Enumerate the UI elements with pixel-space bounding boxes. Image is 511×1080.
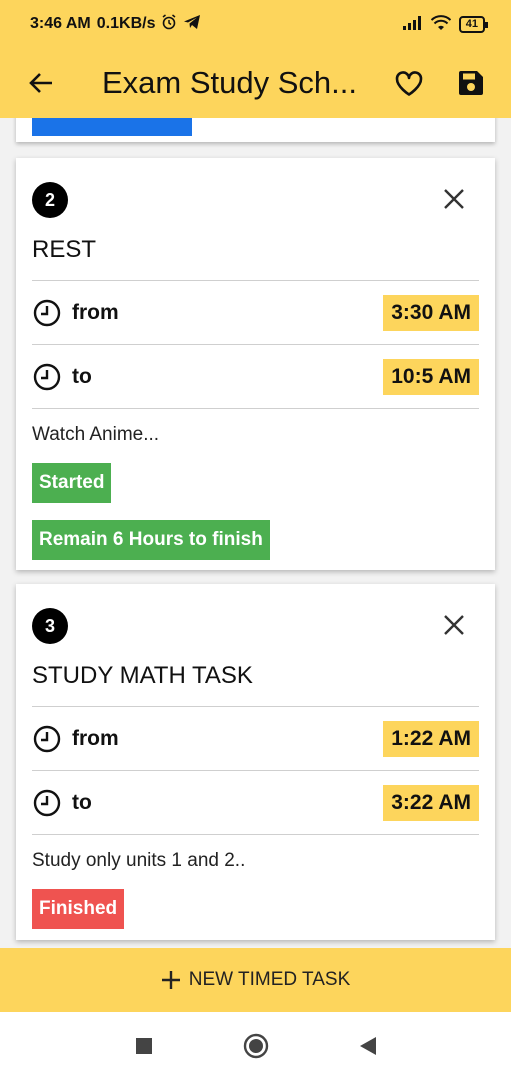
task-number-badge: 3 xyxy=(32,608,68,644)
task-description: Watch Anime... xyxy=(32,424,160,445)
triangle-left-icon xyxy=(359,1037,376,1055)
to-label: to xyxy=(72,365,92,388)
back-button[interactable] xyxy=(24,66,58,100)
from-label: from xyxy=(72,301,119,324)
system-nav-bar xyxy=(0,1012,511,1080)
divider xyxy=(32,706,479,707)
arrow-left-icon xyxy=(29,73,52,93)
task-title: STUDY MATH TASK xyxy=(32,662,253,689)
status-badge: Started xyxy=(32,463,112,503)
square-icon xyxy=(135,1038,152,1054)
status-badge: Finished xyxy=(32,889,125,929)
task-description: Study only units 1 and 2.. xyxy=(32,850,246,871)
divider xyxy=(32,834,479,835)
divider xyxy=(32,408,479,409)
new-timed-task-label: NEW TIMED TASK xyxy=(188,969,351,990)
clock-icon xyxy=(33,299,61,327)
app-bar: Exam Study Sch... xyxy=(0,48,511,118)
close-icon xyxy=(444,615,464,635)
plus-icon xyxy=(161,971,180,989)
wifi-icon xyxy=(430,14,451,34)
close-icon xyxy=(444,189,464,209)
task-card[interactable]: 3 STUDY MATH TASK from 1:22 AM to 3:22 A… xyxy=(16,584,495,940)
divider xyxy=(32,770,479,771)
home-button[interactable] xyxy=(242,1032,270,1060)
delete-task-button[interactable] xyxy=(439,184,469,214)
remaining-time-badge: Remain 6 Hours to finish xyxy=(32,520,270,560)
to-label: to xyxy=(72,791,92,814)
save-button[interactable] xyxy=(451,63,491,103)
from-row: from 1:22 AM xyxy=(32,708,479,770)
new-timed-task-button[interactable]: NEW TIMED TASK xyxy=(0,948,511,1012)
network-speed: 0.1KB/s xyxy=(96,15,156,32)
heart-icon xyxy=(395,71,423,96)
battery-indicator: 41 xyxy=(458,15,489,33)
status-time: 3:46 AM xyxy=(30,15,91,32)
task-number-badge: 2 xyxy=(32,182,68,218)
divider xyxy=(32,344,479,345)
from-time[interactable]: 1:22 AM xyxy=(383,721,479,757)
alarm-icon xyxy=(161,13,177,35)
clock-icon xyxy=(33,363,61,391)
from-row: from 3:30 AM xyxy=(32,282,479,344)
to-row: to 3:22 AM xyxy=(32,772,479,834)
divider xyxy=(32,280,479,281)
status-bar: 3:46 AM 0.1KB/s 41 xyxy=(0,0,511,48)
from-label: from xyxy=(72,727,119,750)
recents-button[interactable] xyxy=(130,1032,158,1060)
back-nav-button[interactable] xyxy=(354,1032,382,1060)
to-row: to 10:5 AM xyxy=(32,346,479,408)
task-card[interactable]: 2 REST from 3:30 AM to 10:5 AM Watch Ani… xyxy=(16,158,495,570)
clock-icon xyxy=(33,789,61,817)
floppy-disk-icon xyxy=(459,71,483,95)
to-time[interactable]: 3:22 AM xyxy=(383,785,479,821)
delete-task-button[interactable] xyxy=(439,610,469,640)
telegram-icon xyxy=(183,14,201,35)
header: 3:46 AM 0.1KB/s 41 Exam Study Sch... xyxy=(0,0,511,118)
circle-icon xyxy=(243,1033,268,1059)
from-time[interactable]: 3:30 AM xyxy=(383,295,479,331)
task-title: REST xyxy=(32,236,97,263)
signal-icon xyxy=(402,15,423,33)
clock-icon xyxy=(33,725,61,753)
to-time[interactable]: 10:5 AM xyxy=(383,359,479,395)
favorite-button[interactable] xyxy=(389,63,429,103)
page-title: Exam Study Sch... xyxy=(102,65,357,100)
